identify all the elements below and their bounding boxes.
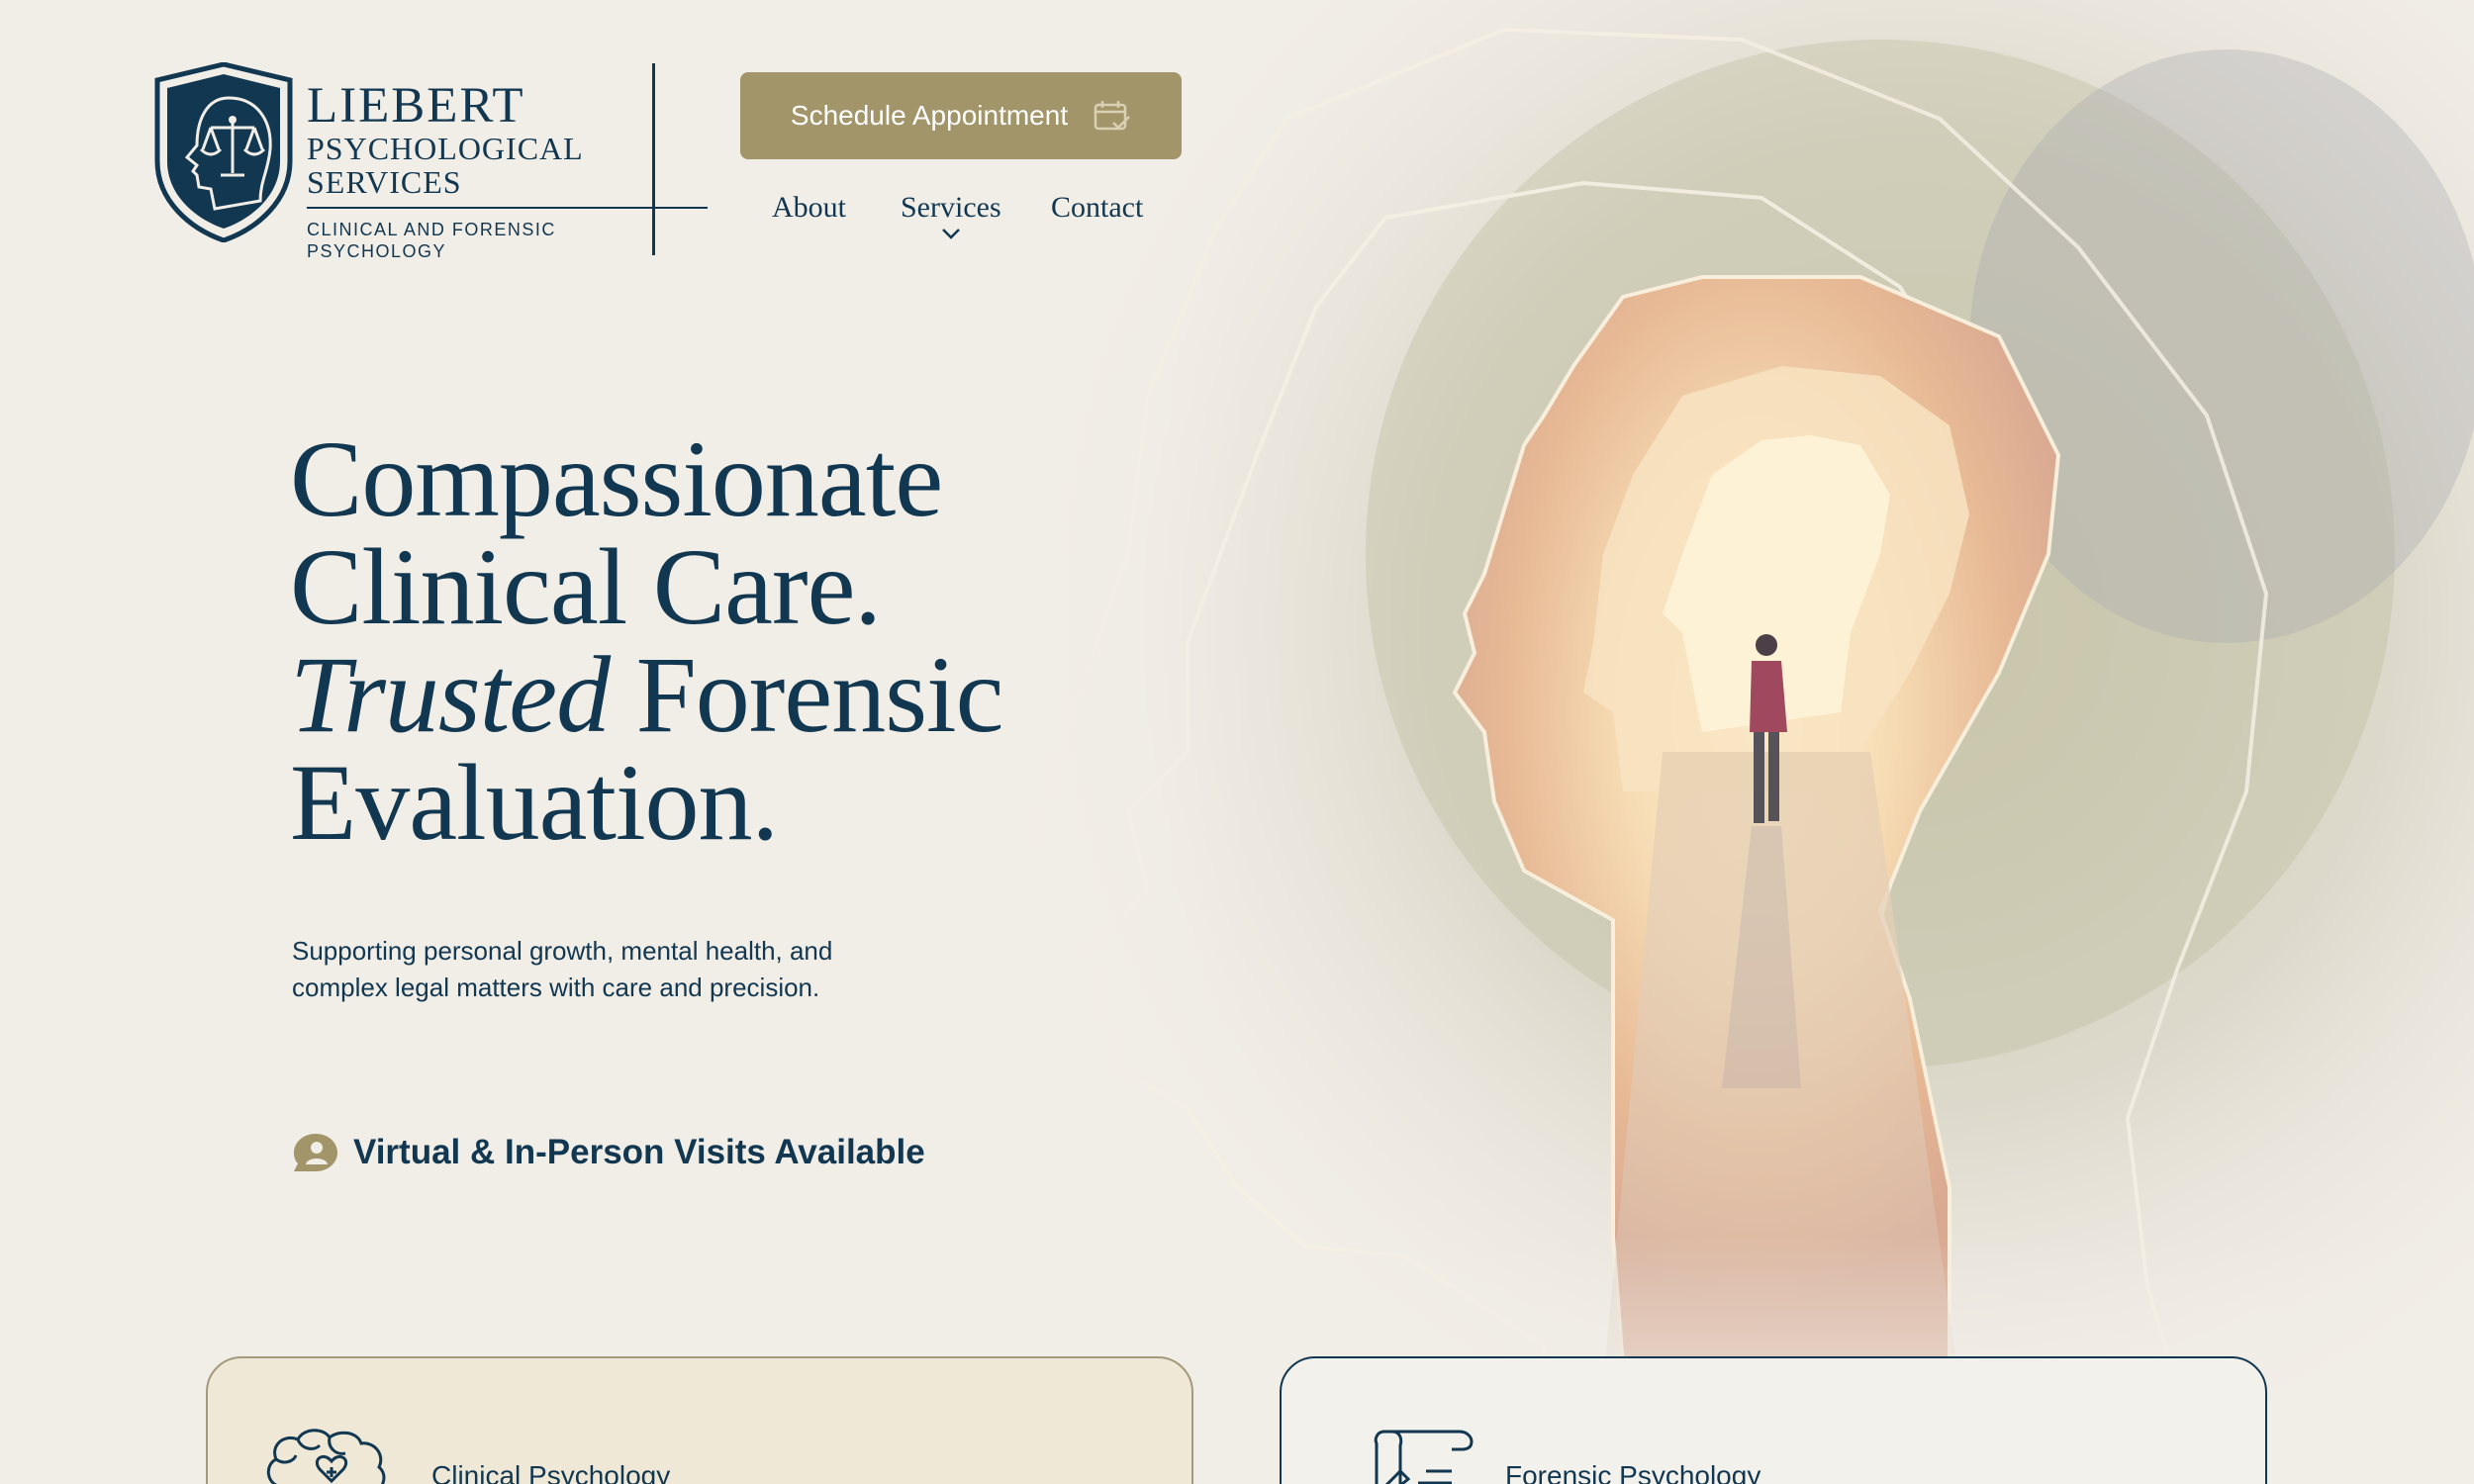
main-nav: About Services Contact	[752, 191, 1188, 260]
service-card-title: Forensic Psychology	[1505, 1460, 1761, 1484]
service-card-title: Clinical Psychology	[431, 1460, 671, 1484]
calendar-icon	[1094, 99, 1131, 133]
brand-tagline: CLINICAL AND FORENSIC PSYCHOLOGY	[307, 220, 556, 261]
hero-heading-italic: Trusted	[290, 634, 611, 755]
hero-heading-line-3: Trusted Forensic	[290, 640, 1181, 749]
nav-contact[interactable]: Contact	[1051, 191, 1143, 225]
hero-heading-line-3-rest: Forensic	[610, 634, 1004, 755]
legal-document-icon	[1374, 1430, 1474, 1484]
brain-heart-icon	[266, 1429, 386, 1484]
hero-subtext: Supporting personal growth, mental healt…	[292, 936, 833, 1002]
logo-wordmark: LIEBERT PSYCHOLOGICAL SERVICES CLINICAL …	[307, 78, 708, 262]
schedule-appointment-button[interactable]: Schedule Appointment	[740, 72, 1182, 159]
header-divider	[652, 63, 655, 255]
brand-line-3: SERVICES	[307, 164, 462, 200]
chevron-down-icon	[941, 229, 960, 239]
visits-label: Virtual & In-Person Visits Available	[353, 1133, 925, 1171]
visits-badge: Virtual & In-Person Visits Available	[292, 1128, 925, 1177]
landing-page: LIEBERT PSYCHOLOGICAL SERVICES CLINICAL …	[0, 0, 2474, 1484]
hero-heading-line-4: Evaluation.	[290, 742, 779, 863]
logo[interactable]: LIEBERT PSYCHOLOGICAL SERVICES CLINICAL …	[153, 61, 708, 261]
service-card-clinical[interactable]: Clinical Psychology	[206, 1356, 1193, 1484]
hero-illustration	[990, 0, 2474, 1484]
hero-heading-line-1: Compassionate	[290, 418, 943, 539]
nav-services-label: Services	[901, 191, 1001, 224]
brand-name: LIEBERT	[307, 78, 525, 134]
person-chat-bubble-icon	[294, 1134, 337, 1171]
service-card-forensic[interactable]: Forensic Psychology	[1280, 1356, 2267, 1484]
shield-head-scales-icon	[153, 61, 294, 243]
brand-line-2: PSYCHOLOGICAL	[307, 131, 584, 166]
hero-heading: Compassionate Clinical Care. Trusted For…	[290, 418, 1181, 863]
logo-rule	[307, 207, 708, 209]
schedule-appointment-label: Schedule Appointment	[790, 100, 1069, 131]
hero-heading-line-2: Clinical Care.	[290, 526, 882, 647]
nav-about[interactable]: About	[772, 191, 846, 225]
nav-services[interactable]: Services	[901, 191, 1001, 240]
